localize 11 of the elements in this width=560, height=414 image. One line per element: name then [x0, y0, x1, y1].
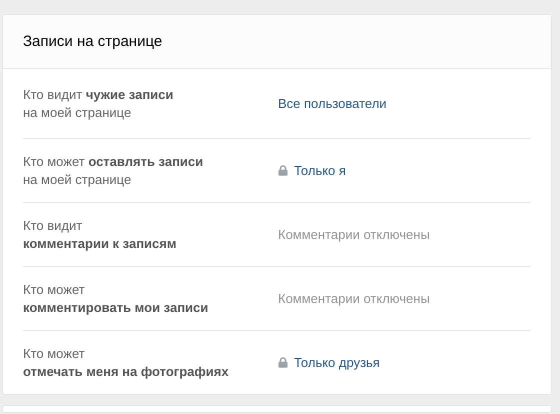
setting-value: Комментарии отключены: [278, 227, 430, 242]
panel-title: Записи на странице: [23, 33, 162, 50]
setting-value: Комментарии отключены: [278, 291, 430, 306]
setting-label: Кто видит чужие записи на моей странице: [23, 86, 174, 122]
setting-value-link[interactable]: Только я: [294, 163, 346, 178]
setting-label: Кто может комментировать мои записи: [23, 280, 210, 316]
setting-label: Кто видит комментарии к записям: [23, 216, 178, 252]
setting-value-link[interactable]: Только друзья: [294, 355, 380, 370]
setting-label: Кто может отмечать меня на фотографиях: [23, 344, 230, 380]
setting-value-link[interactable]: Все пользователи: [278, 96, 387, 111]
setting-label: Кто может оставлять записи на моей странице: [23, 152, 204, 188]
